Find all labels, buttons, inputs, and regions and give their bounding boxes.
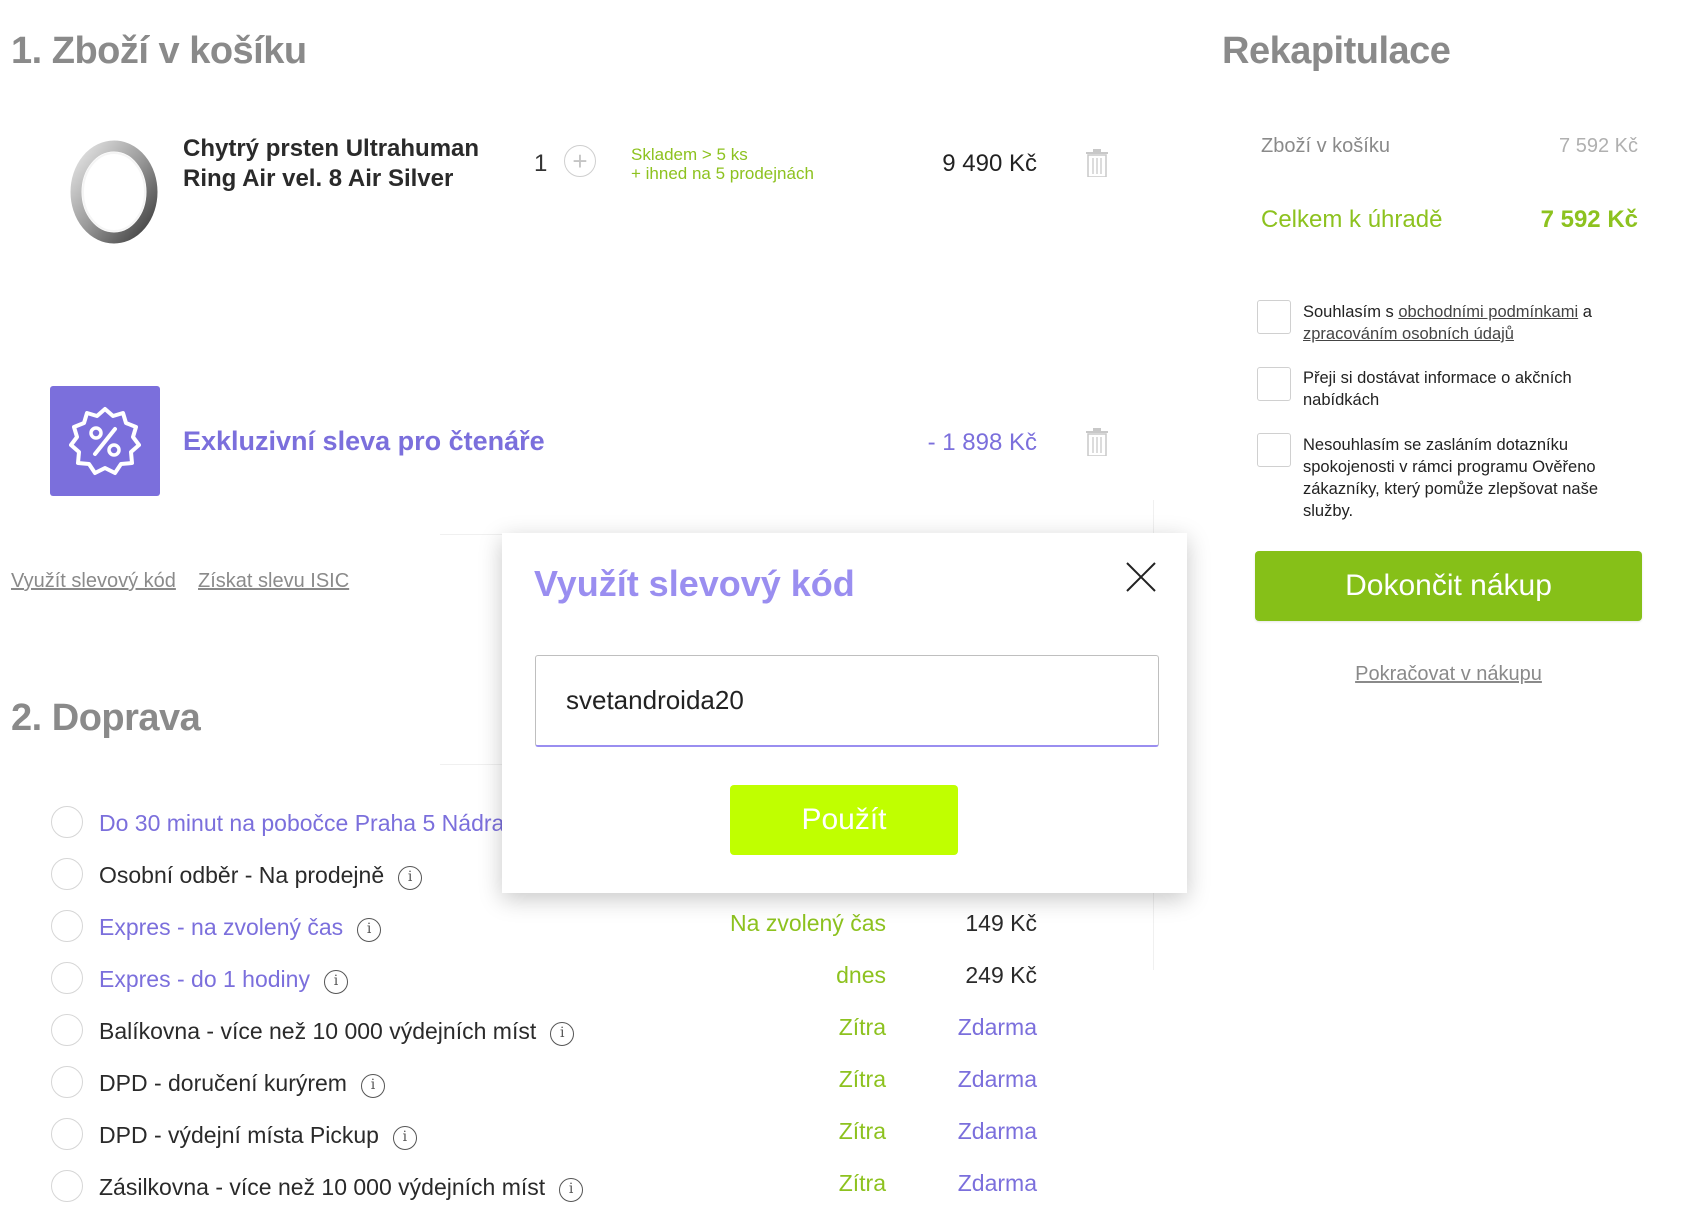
delivery-option-name: Expres - na zvolený čas	[99, 914, 344, 940]
delivery-option-name: Zásilkovna - více než 10 000 výdejních m…	[99, 1174, 546, 1200]
newsletter-checkbox[interactable]	[1257, 367, 1291, 401]
continue-shopping-link: Pokračovat v nákupu	[1255, 663, 1642, 686]
delivery-price: 249 Kč	[965, 962, 1037, 988]
modal-title: Využít slevový kód	[534, 563, 855, 604]
remove-discount-button[interactable]	[1086, 428, 1108, 457]
terms-mid: a	[1578, 303, 1592, 321]
delivery-radio[interactable]	[51, 1014, 83, 1046]
delivery-time: Zítra	[838, 1170, 886, 1196]
delivery-radio[interactable]	[51, 1170, 83, 1202]
newsletter-consent-text: Přeji si dostávat informace o akčních na…	[1303, 369, 1572, 409]
continue-shopping-text[interactable]: Pokračovat v nákupu	[1355, 663, 1542, 685]
summary-goods-label: Zboží v košíku	[1261, 135, 1390, 157]
close-icon	[1126, 562, 1156, 592]
delivery-option-label[interactable]: Zásilkovna - více než 10 000 výdejních m…	[99, 1174, 584, 1202]
discount-code-input[interactable]	[535, 655, 1159, 747]
delivery-option-name: Osobní odběr - Na prodejně	[99, 862, 385, 888]
quantity-value[interactable]: 1	[534, 150, 547, 178]
discount-code-modal: Využít slevový kód Použít	[502, 533, 1187, 893]
terms-prefix: Souhlasím s	[1303, 303, 1399, 321]
discount-badge	[50, 386, 160, 496]
delivery-radio[interactable]	[51, 858, 83, 890]
delivery-radio[interactable]	[51, 806, 83, 838]
stock-status: Skladem > 5 ks + ihned na 5 prodejnách	[631, 145, 814, 183]
info-icon[interactable]: i	[550, 1022, 575, 1046]
terms-link[interactable]: obchodními podmínkami	[1398, 303, 1578, 321]
delivery-price: 149 Kč	[965, 910, 1037, 936]
delivery-radio[interactable]	[51, 1066, 83, 1098]
privacy-link[interactable]: zpracováním osobních údajů	[1303, 325, 1514, 343]
delivery-option-label[interactable]: Osobní odběr - Na prodejně i	[99, 862, 423, 890]
terms-consent-text: Souhlasím s obchodními podmínkami a zpra…	[1303, 301, 1623, 345]
delivery-heading: 2. Doprava	[11, 697, 201, 739]
summary-total-label: Celkem k úhradě	[1261, 206, 1443, 233]
delivery-time: Zítra	[838, 1118, 886, 1144]
delivery-time: Na zvolený čas	[730, 910, 886, 936]
discount-price: - 1 898 Kč	[927, 429, 1037, 456]
use-discount-code-link[interactable]: Využít slevový kód	[11, 570, 176, 593]
delivery-price: Zdarma	[957, 1118, 1037, 1144]
apply-code-button[interactable]: Použít	[730, 785, 958, 855]
delivery-option-name: DPD - doručení kurýrem	[99, 1070, 347, 1096]
delivery-time: Zítra	[838, 1014, 886, 1040]
delivery-radio[interactable]	[51, 962, 83, 994]
summary-heading: Rekapitulace	[1222, 30, 1451, 72]
delivery-option-name[interactable]: Do 30 minut na pobočce Praha 5 Nádraží	[99, 810, 522, 837]
discount-name: Exkluzivní sleva pro čtenáře	[183, 426, 545, 456]
delivery-option-label[interactable]: DPD - výdejní místa Pickup i	[99, 1122, 417, 1150]
trash-icon	[1086, 149, 1108, 178]
delivery-radio[interactable]	[51, 1118, 83, 1150]
cart-heading: 1. Zboží v košíku	[11, 30, 307, 72]
delivery-option-label[interactable]: DPD - doručení kurýrem i	[99, 1070, 385, 1098]
plus-icon: +	[572, 146, 588, 176]
product-image[interactable]	[62, 138, 162, 246]
stock-line-2: + ihned na 5 prodejnách	[631, 164, 814, 183]
summary-goods-value: 7 592 Kč	[1559, 135, 1638, 157]
info-icon[interactable]: i	[360, 1074, 385, 1098]
product-price: 9 490 Kč	[942, 150, 1037, 177]
delivery-option-name: Expres - do 1 hodiny	[99, 966, 310, 992]
delivery-option-label[interactable]: Expres - na zvolený čas i	[99, 914, 382, 942]
delivery-price: Zdarma	[957, 1066, 1037, 1092]
info-icon[interactable]: i	[559, 1178, 584, 1202]
quantity-plus-button[interactable]: +	[564, 145, 596, 177]
delivery-price: Zdarma	[957, 1014, 1037, 1040]
percent-badge-icon	[69, 407, 141, 475]
info-icon[interactable]: i	[398, 866, 423, 890]
finish-order-button[interactable]: Dokončit nákup	[1255, 551, 1642, 621]
isic-discount-link[interactable]: Získat slevu ISIC	[198, 570, 349, 593]
trash-icon	[1086, 428, 1108, 457]
product-name[interactable]: Chytrý prsten Ultrahuman Ring Air vel. 8…	[183, 134, 483, 194]
delivery-option-name: Balíkovna - více než 10 000 výdejních mí…	[99, 1018, 537, 1044]
modal-close-button[interactable]	[1124, 560, 1158, 594]
delivery-option-label[interactable]: Expres - do 1 hodiny i	[99, 966, 348, 994]
survey-optout-text: Nesouhlasím se zasláním dotazníku spokoj…	[1303, 436, 1599, 520]
delivery-option-name: DPD - výdejní místa Pickup	[99, 1122, 379, 1148]
delivery-price: Zdarma	[957, 1170, 1037, 1196]
ring-image	[70, 140, 158, 244]
stock-line-1: Skladem > 5 ks	[631, 145, 748, 164]
delivery-option-label[interactable]: Balíkovna - více než 10 000 výdejních mí…	[99, 1018, 575, 1046]
delivery-radio[interactable]	[51, 910, 83, 942]
info-icon[interactable]: i	[323, 970, 348, 994]
terms-checkbox[interactable]	[1257, 300, 1291, 334]
summary-total-value: 7 592 Kč	[1540, 206, 1638, 233]
delivery-time: Zítra	[838, 1066, 886, 1092]
info-icon[interactable]: i	[357, 918, 382, 942]
delivery-time: dnes	[836, 962, 886, 988]
survey-optout-checkbox[interactable]	[1257, 433, 1291, 467]
remove-product-button[interactable]	[1086, 149, 1108, 178]
info-icon[interactable]: i	[392, 1126, 417, 1150]
